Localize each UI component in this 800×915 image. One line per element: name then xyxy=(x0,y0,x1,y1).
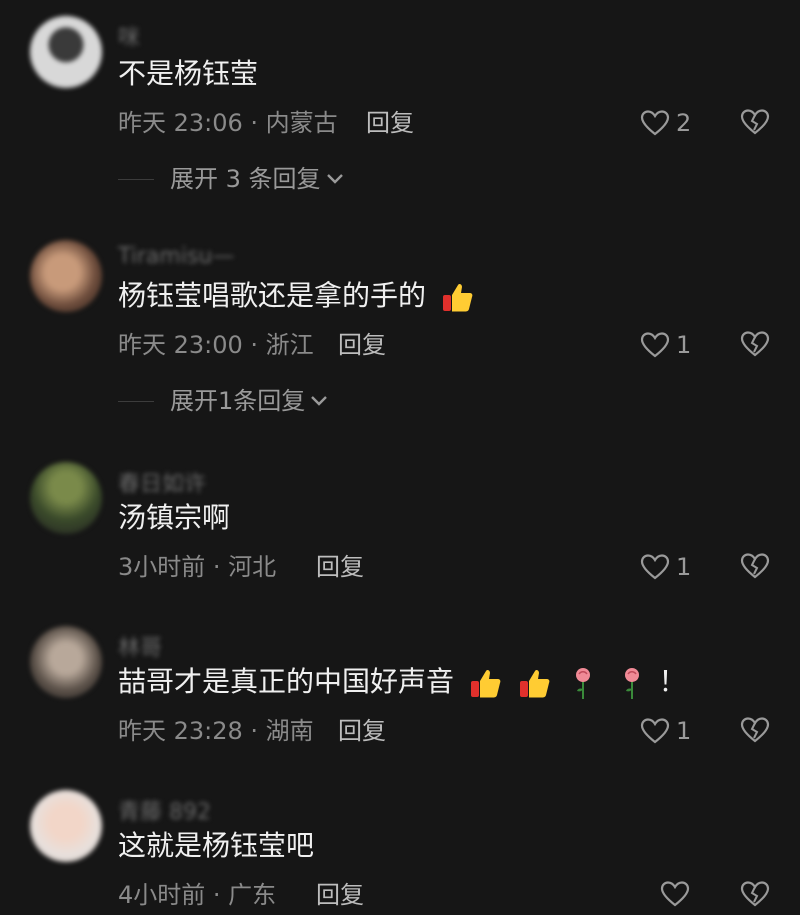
like-button[interactable]: 1 xyxy=(640,552,691,582)
like-button[interactable]: 2 xyxy=(640,108,691,138)
thumbs-up-emoji-icon xyxy=(470,669,501,698)
comment-text: 喆哥才是真正的中国好声音 ！ xyxy=(118,664,687,701)
heart-icon xyxy=(660,881,690,907)
username[interactable]: 林哥 xyxy=(118,630,162,662)
heart-icon xyxy=(640,554,670,580)
like-count: 2 xyxy=(676,109,692,137)
expand-replies-button[interactable]: 展开 3 条回复 xyxy=(118,164,345,194)
reply-button[interactable]: 回复 xyxy=(338,716,386,746)
comment-text-content: 杨钰莹唱歌还是拿的手的 xyxy=(118,279,427,312)
broken-heart-icon xyxy=(740,717,770,743)
comment-text: 杨钰莹唱歌还是拿的手的 xyxy=(118,278,475,315)
like-count: 1 xyxy=(676,553,692,581)
dislike-button[interactable] xyxy=(740,716,770,744)
username[interactable]: 咪 xyxy=(118,20,140,52)
divider xyxy=(118,179,154,180)
comment-meta: 昨天 23:06 · 内蒙古 xyxy=(118,109,338,137)
username[interactable]: 春日如许 xyxy=(118,466,206,498)
comment-text: 不是杨钰莹 xyxy=(118,57,259,90)
broken-heart-icon xyxy=(740,331,770,357)
broken-heart-icon xyxy=(740,881,770,907)
comment-meta: 4小时前 · 广东 xyxy=(118,881,277,909)
dislike-button[interactable] xyxy=(740,880,770,908)
like-button[interactable]: 1 xyxy=(640,716,691,746)
chevron-down-icon xyxy=(311,396,328,406)
dislike-button[interactable] xyxy=(740,330,770,358)
comment-meta: 昨天 23:28 · 湖南 xyxy=(118,717,314,745)
reply-button[interactable]: 回复 xyxy=(338,330,386,360)
rose-emoji-icon xyxy=(575,668,590,699)
comment-text-content: 喆哥才是真正的中国好声音 xyxy=(118,665,455,698)
like-button[interactable]: 1 xyxy=(640,330,691,360)
like-count: 1 xyxy=(676,717,692,745)
heart-icon xyxy=(640,110,670,136)
broken-heart-icon xyxy=(740,109,770,135)
comment-meta: 昨天 23:00 · 浙江 xyxy=(118,331,314,359)
heart-icon xyxy=(640,718,670,744)
username[interactable]: 青藤 892 xyxy=(118,794,211,826)
heart-icon xyxy=(640,332,670,358)
reply-button[interactable]: 回复 xyxy=(366,108,414,138)
comment-text: 汤镇宗啊 xyxy=(118,501,231,534)
like-button[interactable] xyxy=(660,880,696,908)
avatar[interactable] xyxy=(30,240,102,312)
thumbs-up-emoji-icon xyxy=(519,669,550,698)
avatar[interactable] xyxy=(30,790,102,862)
like-count: 1 xyxy=(676,331,692,359)
divider xyxy=(118,401,154,402)
reply-button[interactable]: 回复 xyxy=(316,880,364,910)
expand-label: 展开1条回复 xyxy=(170,387,306,415)
broken-heart-icon xyxy=(740,553,770,579)
dislike-button[interactable] xyxy=(740,108,770,136)
chevron-down-icon xyxy=(326,174,343,184)
comment-meta: 3小时前 · 河北 xyxy=(118,553,277,581)
dislike-button[interactable] xyxy=(740,552,770,580)
avatar[interactable] xyxy=(30,16,102,88)
avatar[interactable] xyxy=(30,462,102,534)
thumbs-up-emoji-icon xyxy=(442,283,473,312)
comment-text: 这就是杨钰莹吧 xyxy=(118,829,315,862)
expand-label: 展开 3 条回复 xyxy=(170,165,321,193)
reply-button[interactable]: 回复 xyxy=(316,552,364,582)
avatar[interactable] xyxy=(30,626,102,698)
rose-emoji-icon xyxy=(624,668,639,699)
username[interactable]: Tiramisu— xyxy=(118,244,234,269)
expand-replies-button[interactable]: 展开1条回复 xyxy=(118,386,329,416)
comment-text-suffix: ！ xyxy=(658,665,687,698)
